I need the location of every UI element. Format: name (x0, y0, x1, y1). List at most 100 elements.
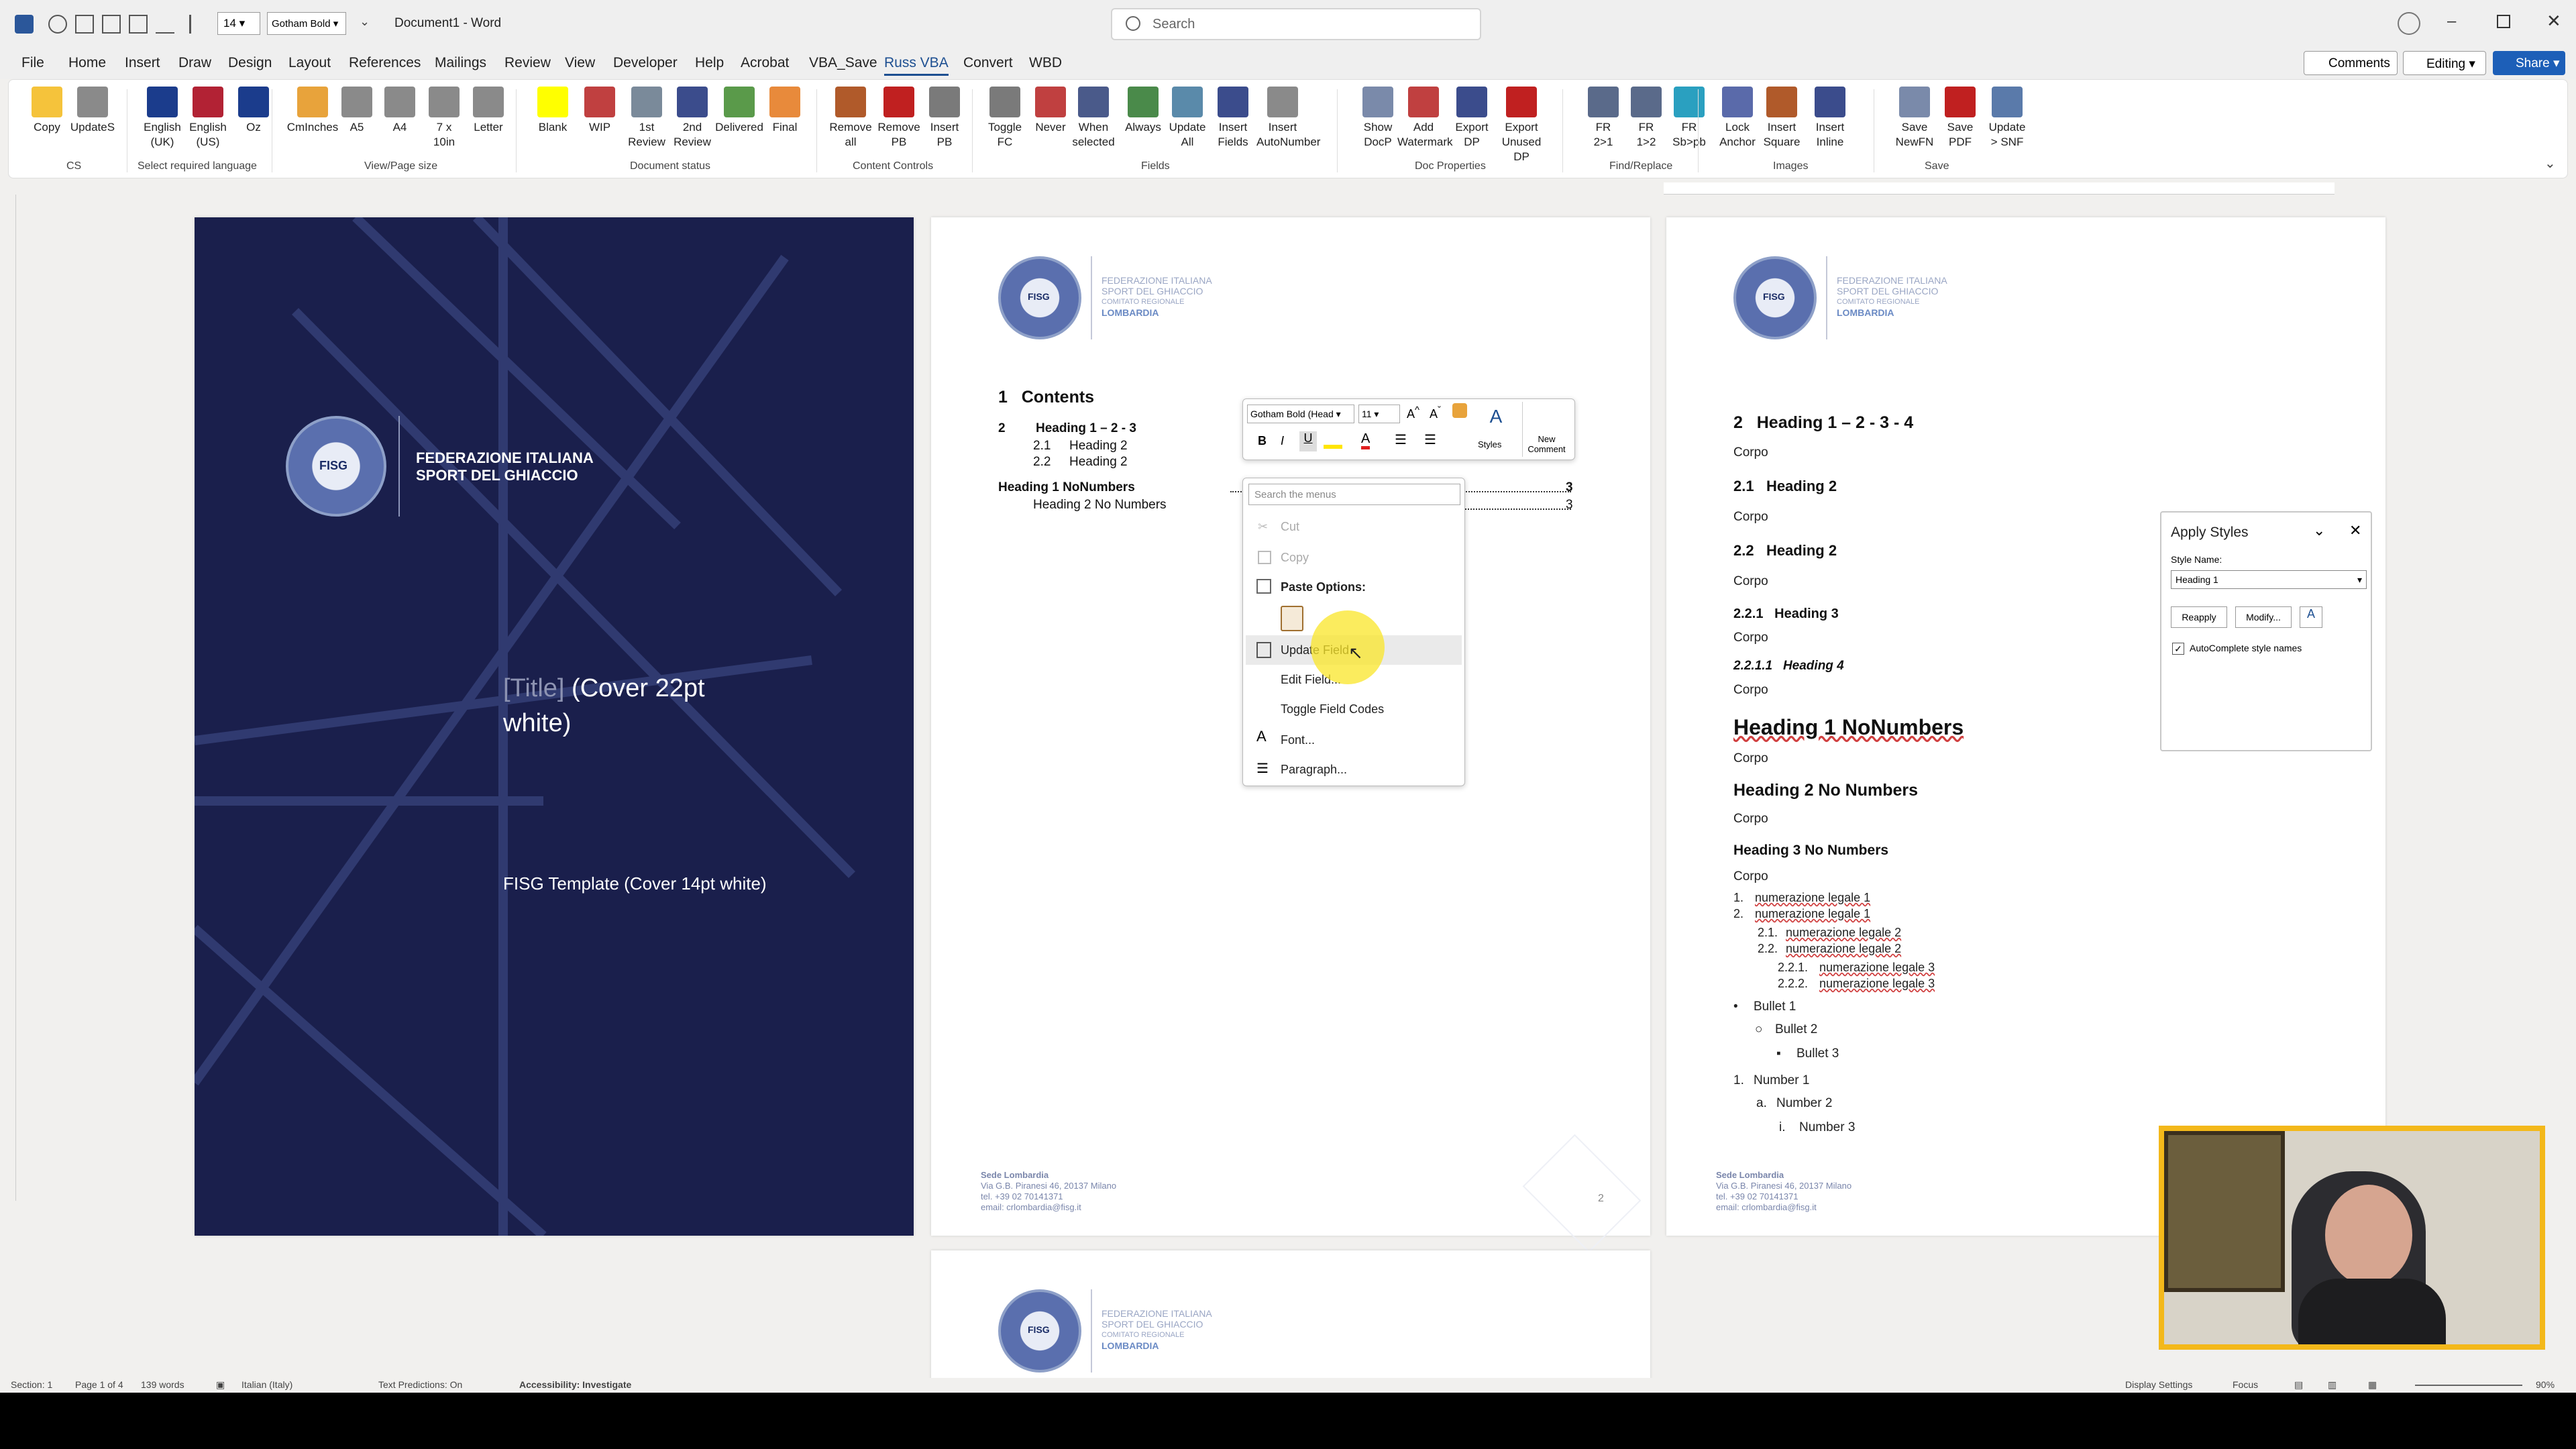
menu-item-copy[interactable]: Copy (1281, 551, 1309, 565)
pane-close-icon[interactable]: ✕ (2349, 522, 2361, 539)
tab-insert[interactable]: Insert (125, 55, 160, 71)
italic-icon[interactable]: I (1281, 434, 1284, 448)
ribbon-button[interactable]: Final (759, 87, 811, 135)
minimize-icon[interactable]: – (2447, 12, 2456, 31)
numbering-icon[interactable]: ☰ (1424, 431, 1436, 448)
bullet-item[interactable]: ▪ Bullet 3 (1776, 1046, 1839, 1061)
legal-item[interactable]: 2.2.2. numerazione legale 3 (1778, 977, 1935, 991)
page-4[interactable]: FISG FEDERAZIONE ITALIANA SPORT DEL GHIAC… (931, 1250, 1650, 1393)
search-input[interactable]: Search (1111, 8, 1481, 40)
styles-icon[interactable]: A (1481, 406, 1511, 435)
legal-item[interactable]: 2.1. numerazione legale 2 (1758, 926, 1901, 940)
status-zoom[interactable]: 90% (2536, 1379, 2555, 1390)
web-layout-icon[interactable]: ▦ (2368, 1379, 2377, 1391)
reapply-button[interactable]: Reapply (2171, 606, 2227, 628)
body-text[interactable]: Corpo (1733, 751, 1768, 766)
ribbon-button[interactable]: WIP (574, 87, 626, 135)
body-text[interactable]: Corpo (1733, 812, 1768, 826)
ribbon-button[interactable]: Remove PB (873, 87, 925, 150)
ribbon-button[interactable]: Insert Fields (1207, 87, 1259, 150)
shrink-font-icon[interactable]: Aˇ (1430, 405, 1441, 421)
ribbon-button[interactable]: Add Watermark (1397, 87, 1453, 150)
bullet-item[interactable]: ○ Bullet 2 (1755, 1022, 1817, 1037)
heading-2[interactable]: 2.1 Heading 2 (1733, 478, 1837, 495)
tab-russ-vba[interactable]: Russ VBA (884, 55, 949, 76)
ribbon-button[interactable]: UpdateS (66, 87, 119, 135)
restore-icon[interactable] (2497, 15, 2510, 28)
ribbon-button[interactable]: When selected (1067, 87, 1120, 150)
menu-item-cut[interactable]: Cut (1281, 520, 1299, 534)
legal-item[interactable]: 2.2.1. numerazione legale 3 (1778, 961, 1935, 975)
tab-references[interactable]: References (349, 55, 421, 71)
ribbon-button[interactable]: Letter (462, 87, 515, 135)
autosave-icon[interactable] (48, 15, 67, 34)
styles-button[interactable]: Styles (1478, 439, 1501, 449)
tab-file[interactable]: File (21, 55, 44, 71)
menu-item-toggle-field-codes[interactable]: Toggle Field Codes (1281, 702, 1384, 716)
autocomplete-checkbox[interactable]: ✓ (2172, 643, 2184, 655)
modify-button[interactable]: Modify... (2235, 606, 2292, 628)
styles-pane-icon[interactable]: A (2300, 606, 2322, 628)
ribbon-button[interactable]: Save NewFN (1888, 87, 1941, 150)
quick-icon[interactable] (129, 15, 148, 34)
paragraph-mark-icon[interactable] (189, 15, 208, 34)
tab-view[interactable]: View (565, 55, 595, 71)
ribbon-button[interactable]: Update > SNF (1981, 87, 2033, 150)
heading-3-no-numbers[interactable]: Heading 3 No Numbers (1733, 843, 1888, 859)
print-layout-icon[interactable]: ▥ (2328, 1379, 2337, 1391)
style-name-input[interactable]: Heading 1 ▾ (2171, 570, 2367, 589)
collapse-ribbon-icon[interactable]: ⌄ (2544, 155, 2556, 172)
pane-options-icon[interactable]: ⌄ (2313, 522, 2325, 539)
number-item[interactable]: i. Number 3 (1779, 1120, 1855, 1135)
ribbon-button[interactable]: Insert PB (918, 87, 971, 150)
mini-font-name[interactable]: Gotham Bold (Head ▾ (1247, 405, 1354, 423)
ribbon-button[interactable]: Remove all (824, 87, 877, 150)
toc-row[interactable]: Heading 1 NoNumbers (998, 480, 1135, 495)
status-predictions[interactable]: Text Predictions: On (378, 1379, 462, 1390)
ribbon-button[interactable]: FR Sb>pb (1663, 87, 1715, 150)
toc-row[interactable]: 2.1 Heading 2 (1033, 439, 1228, 453)
read-mode-icon[interactable]: ▤ (2294, 1379, 2303, 1391)
tab-design[interactable]: Design (228, 55, 272, 71)
ribbon-button[interactable]: 2nd Review (666, 87, 718, 150)
tab-home[interactable]: Home (68, 55, 106, 71)
editing-button[interactable]: Editing ▾ (2403, 51, 2486, 75)
body-text[interactable]: Corpo (1733, 683, 1768, 698)
number-item[interactable]: 1. Number 1 (1733, 1073, 1809, 1088)
ribbon-button[interactable]: Export DP (1446, 87, 1498, 150)
body-text[interactable]: Corpo (1733, 574, 1768, 589)
ribbon-button[interactable]: Insert AutoNumber (1256, 87, 1320, 150)
font-color-icon[interactable]: A (1361, 431, 1371, 449)
status-section[interactable]: Section: 1 (11, 1379, 52, 1390)
legal-item[interactable]: 2. numerazione legale 1 (1733, 907, 1870, 921)
ribbon-button[interactable]: English (UK) (136, 87, 189, 150)
status-language[interactable]: Italian (Italy) (241, 1379, 292, 1390)
menu-item-paragraph[interactable]: Paragraph... (1281, 763, 1347, 777)
ribbon-button[interactable]: Update All (1161, 87, 1214, 150)
ribbon-button[interactable]: Export Unused DP (1495, 87, 1548, 164)
underline-icon[interactable]: U (1299, 431, 1317, 451)
status-words[interactable]: 139 words (141, 1379, 184, 1390)
bullets-icon[interactable]: ☰ (1395, 431, 1407, 448)
ribbon-button[interactable]: Copy (21, 87, 73, 135)
zoom-slider[interactable] (2415, 1385, 2522, 1386)
heading-4[interactable]: 2.2.1.1 Heading 4 (1733, 659, 1844, 674)
ribbon-button[interactable]: Show DocP (1352, 87, 1404, 150)
cover-subtitle[interactable]: FISG Template (Cover 14pt white) (503, 873, 767, 894)
share-button[interactable]: Share ▾ (2493, 51, 2565, 75)
tab-vba-save[interactable]: VBA_Save (809, 55, 877, 71)
heading-2-no-numbers[interactable]: Heading 2 No Numbers (1733, 781, 1918, 800)
cover-page[interactable]: FISG FEDERAZIONE ITALIANA SPORT DEL GHIAC… (195, 217, 914, 1236)
paste-keep-format-icon[interactable] (1281, 606, 1303, 631)
tab-review[interactable]: Review (504, 55, 551, 71)
format-painter-icon[interactable] (1452, 403, 1467, 418)
ribbon-button[interactable]: Blank (527, 87, 579, 135)
new-comment-button[interactable]: New Comment (1522, 402, 1570, 457)
account-avatar[interactable] (2398, 12, 2420, 35)
tab-help[interactable]: Help (695, 55, 724, 71)
toc-row[interactable]: 2.2 Heading 2 (1033, 455, 1228, 470)
status-accessibility[interactable]: Accessibility: Investigate (519, 1379, 631, 1390)
number-item[interactable]: a. Number 2 (1756, 1096, 1832, 1111)
ribbon-button[interactable]: Delivered (713, 87, 765, 135)
legal-item[interactable]: 2.2. numerazione legale 2 (1758, 942, 1901, 956)
